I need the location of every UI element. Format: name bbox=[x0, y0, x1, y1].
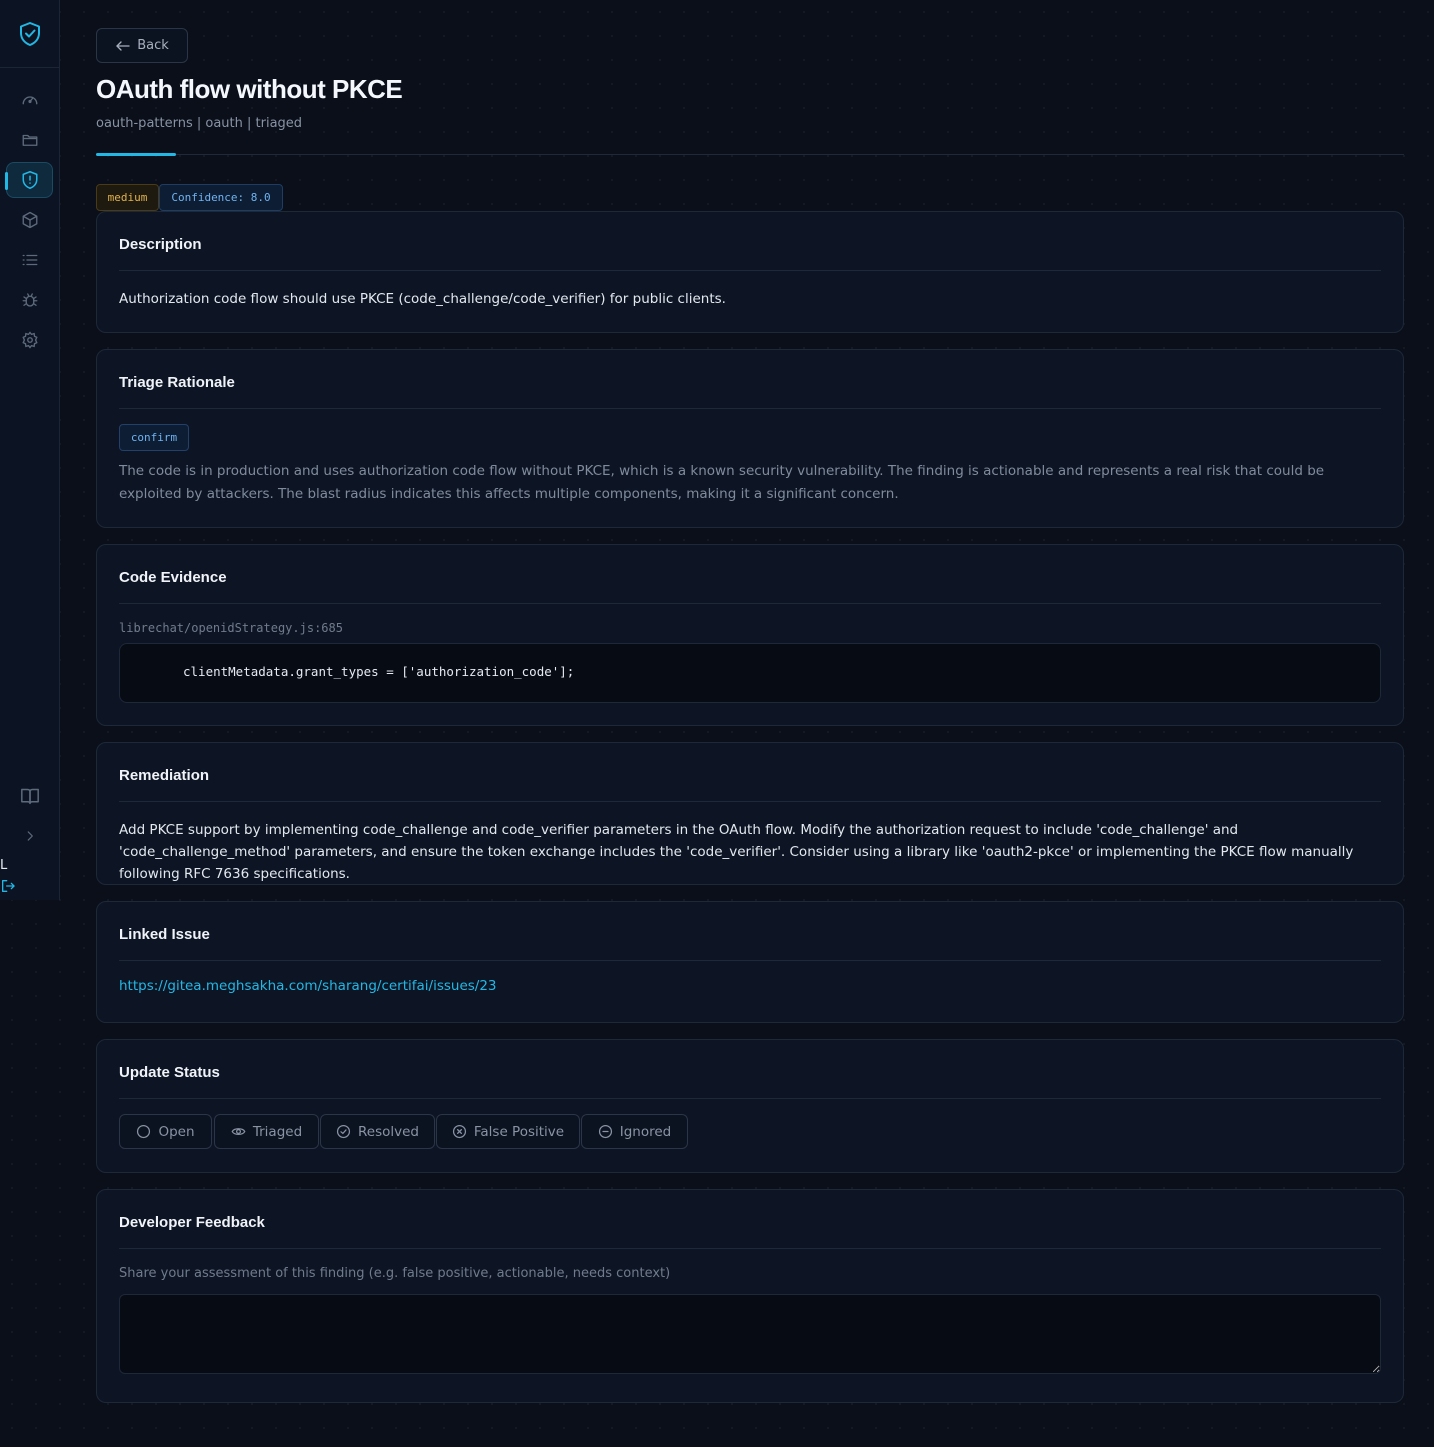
card-divider bbox=[119, 603, 1381, 604]
header-divider bbox=[96, 154, 1404, 155]
chevron-right-icon bbox=[27, 831, 33, 841]
card-divider bbox=[119, 1248, 1381, 1249]
check-circle-icon bbox=[336, 1124, 351, 1139]
sidebar: L bbox=[0, 0, 60, 900]
sidebar-item-list[interactable] bbox=[6, 242, 53, 278]
linked-issue-card: Linked Issue https://gitea.meghsakha.com… bbox=[96, 901, 1404, 1023]
card-title: Code Evidence bbox=[119, 569, 227, 586]
description-card: Description Authorization code flow shou… bbox=[96, 211, 1404, 333]
status-open-label: Open bbox=[158, 1123, 195, 1140]
status-ignored-button[interactable]: Ignored bbox=[581, 1114, 688, 1149]
arrow-left-icon bbox=[116, 40, 130, 51]
code-block: clientMetadata.grant_types = ['authoriza… bbox=[119, 643, 1381, 703]
card-title: Description bbox=[119, 236, 202, 253]
feedback-textarea[interactable] bbox=[119, 1294, 1381, 1374]
gauge-icon bbox=[22, 96, 37, 105]
circle-icon bbox=[137, 1124, 151, 1139]
feedback-hint: Share your assessment of this finding (e… bbox=[119, 1266, 671, 1281]
sidebar-item-settings[interactable] bbox=[6, 322, 53, 358]
logout-button[interactable] bbox=[0, 878, 16, 894]
card-divider bbox=[119, 1098, 1381, 1099]
update-status-card: Update Status Open Triaged Resolved Fals… bbox=[96, 1039, 1404, 1173]
file-path: librechat/openidStrategy.js:685 bbox=[119, 621, 343, 635]
status-resolved-button[interactable]: Resolved bbox=[320, 1114, 435, 1149]
card-title: Triage Rationale bbox=[119, 374, 235, 391]
shield-alert-icon bbox=[22, 171, 37, 189]
code-line: clientMetadata.grant_types = ['authoriza… bbox=[183, 664, 575, 679]
status-triaged-label: Triaged bbox=[252, 1123, 303, 1140]
list-icon bbox=[22, 254, 37, 266]
confidence-badge: Confidence: 8.0 bbox=[159, 184, 283, 211]
page-subtitle: oauth-patterns | oauth | triaged bbox=[96, 116, 303, 131]
back-label: Back bbox=[137, 38, 169, 53]
sidebar-item-repositories[interactable] bbox=[6, 122, 53, 158]
sidebar-item-findings[interactable] bbox=[5, 162, 53, 198]
sidebar-docs-link[interactable] bbox=[6, 778, 53, 814]
package-icon bbox=[22, 211, 37, 229]
app-logo[interactable] bbox=[0, 0, 59, 68]
description-text: Authorization code flow should use PKCE … bbox=[119, 291, 726, 307]
severity-badge: medium bbox=[96, 184, 159, 211]
card-divider bbox=[119, 801, 1381, 802]
book-icon bbox=[20, 788, 39, 805]
eye-icon bbox=[231, 1128, 246, 1135]
status-false-positive-button[interactable]: False Positive bbox=[436, 1114, 580, 1149]
status-resolved-label: Resolved bbox=[358, 1123, 419, 1140]
shield-check-icon bbox=[19, 21, 40, 46]
header-divider-accent bbox=[96, 153, 176, 156]
back-button[interactable]: Back bbox=[96, 28, 188, 63]
developer-feedback-card: Developer Feedback Share your assessment… bbox=[96, 1189, 1404, 1403]
card-title: Developer Feedback bbox=[119, 1214, 265, 1231]
card-divider bbox=[119, 270, 1381, 271]
remediation-card: Remediation Add PKCE support by implemen… bbox=[96, 742, 1404, 885]
sidebar-item-packages[interactable] bbox=[6, 202, 53, 238]
triage-card: Triage Rationale confirm The code is in … bbox=[96, 349, 1404, 528]
remediation-text: Add PKCE support by implementing code_ch… bbox=[119, 822, 1354, 882]
user-avatar[interactable]: L bbox=[0, 858, 7, 873]
sidebar-item-issues[interactable] bbox=[6, 282, 53, 318]
code-evidence-card: Code Evidence librechat/openidStrategy.j… bbox=[96, 544, 1404, 726]
minus-circle-icon bbox=[598, 1124, 612, 1139]
triage-verdict-badge: confirm bbox=[119, 424, 189, 451]
card-title: Linked Issue bbox=[119, 926, 210, 943]
status-ignored-label: Ignored bbox=[619, 1123, 672, 1140]
x-circle-icon bbox=[452, 1124, 466, 1139]
linked-issue-link[interactable]: https://gitea.meghsakha.com/sharang/cert… bbox=[119, 978, 497, 994]
logout-icon bbox=[2, 880, 15, 892]
card-title: Remediation bbox=[119, 767, 210, 784]
gear-icon bbox=[21, 331, 38, 349]
status-open-button[interactable]: Open bbox=[119, 1114, 212, 1149]
sidebar-expand-button[interactable] bbox=[6, 818, 53, 854]
triage-rationale-text: The code is in production and uses autho… bbox=[119, 463, 1325, 502]
sidebar-item-dashboard[interactable] bbox=[6, 82, 53, 118]
bug-icon bbox=[22, 293, 37, 307]
status-false-positive-label: False Positive bbox=[473, 1123, 565, 1140]
card-divider bbox=[119, 408, 1381, 409]
status-triaged-button[interactable]: Triaged bbox=[214, 1114, 319, 1149]
card-divider bbox=[119, 960, 1381, 961]
card-title: Update Status bbox=[119, 1064, 220, 1081]
page-title: OAuth flow without PKCE bbox=[96, 74, 403, 104]
folder-icon bbox=[22, 134, 37, 146]
